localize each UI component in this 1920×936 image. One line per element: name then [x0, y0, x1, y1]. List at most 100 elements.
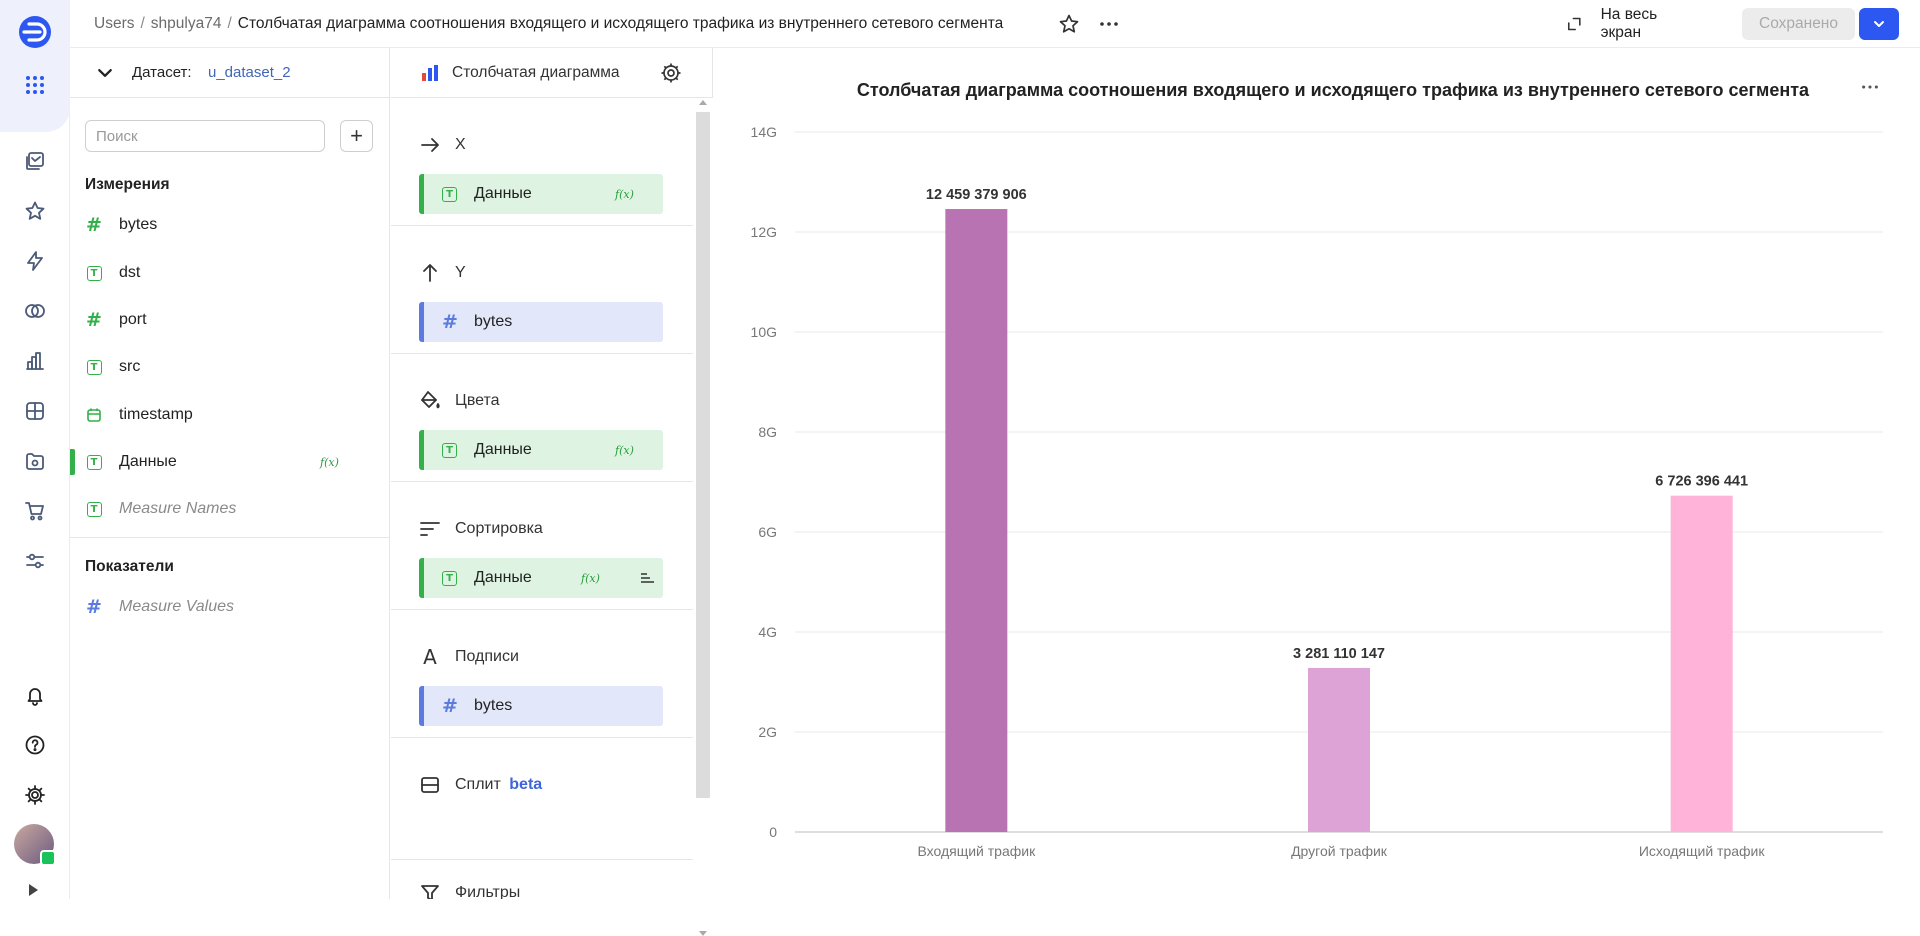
dataset-label: Датасет: — [132, 64, 192, 81]
scroll-up-arrow[interactable] — [699, 100, 707, 105]
sort-section-title: Сортировка — [455, 520, 543, 537]
user-avatar[interactable] — [14, 824, 56, 866]
more-actions-button[interactable] — [1095, 10, 1123, 38]
breadcrumb-user-link[interactable]: shpulya74 — [151, 15, 222, 33]
y-tick-label: 14G — [751, 124, 777, 140]
breadcrumb: Users / shpulya74 / Столбчатая диаграмма… — [94, 0, 1003, 48]
chip-label: Данные — [474, 441, 532, 458]
gear-icon — [661, 63, 681, 83]
scroll-down-arrow[interactable] — [699, 931, 707, 936]
split-section-title: Сплит beta — [455, 776, 542, 794]
bar — [1308, 667, 1370, 832]
field-search-input[interactable] — [85, 120, 325, 152]
chart-name: Столбчатая диаграмма соотношения входяще… — [237, 15, 1004, 32]
selection-marker — [70, 449, 75, 475]
scrollbar-thumb[interactable] — [696, 112, 710, 798]
expand-rail-icon[interactable] — [29, 884, 38, 896]
help-icon[interactable] — [20, 730, 50, 760]
save-options-button[interactable] — [1859, 8, 1899, 40]
text-type-icon: T — [85, 453, 103, 471]
x-axis-section: X T Данные f(x) — [391, 98, 693, 226]
split-section: Сплит beta — [391, 738, 693, 860]
y-tick-label: 2G — [758, 724, 777, 740]
formula-icon: f(x) — [320, 455, 339, 469]
split-label: Сплит — [455, 776, 501, 793]
field-name: bytes — [119, 216, 158, 233]
x-section-title: X — [455, 136, 466, 153]
connections-bolt-icon[interactable] — [20, 246, 50, 276]
datasets-icon[interactable] — [20, 296, 50, 326]
text-type-icon: T — [85, 500, 103, 518]
dimension-item[interactable]: # port — [70, 300, 389, 340]
favorite-star-button[interactable] — [1055, 10, 1083, 38]
favorites-star-icon[interactable] — [20, 196, 50, 226]
wizard-scrollbar[interactable] — [693, 98, 713, 936]
text-type-icon: T — [85, 264, 103, 282]
dataset-selector[interactable]: Датасет: u_dataset_2 — [70, 48, 390, 98]
dataset-name[interactable]: u_dataset_2 — [208, 64, 291, 81]
y-tick-label: 6G — [758, 524, 777, 540]
measure-item[interactable]: # Measure Values — [70, 587, 389, 627]
chevron-down-icon[interactable] — [97, 65, 113, 81]
beta-badge: beta — [509, 776, 543, 793]
chart-settings-button[interactable] — [659, 61, 683, 85]
x-tick-label: Другой трафик — [1291, 843, 1388, 859]
dimension-item[interactable]: T Measure Names — [70, 489, 389, 529]
arrow-up-icon — [419, 262, 441, 284]
marketplace-cart-icon[interactable] — [20, 496, 50, 526]
reports-folder-icon[interactable] — [20, 446, 50, 476]
dataset-panel: Датасет: u_dataset_2 + Измерения # bytes… — [70, 48, 390, 899]
field-name: Measure Values — [119, 598, 235, 615]
fullscreen-icon — [1567, 17, 1581, 31]
x-field-chip[interactable]: T Данные f(x) — [419, 174, 663, 214]
avatar-status-badge — [40, 850, 56, 866]
breadcrumb-separator: / — [227, 15, 232, 32]
breadcrumb-separator: / — [140, 15, 145, 32]
dashboards-icon[interactable] — [20, 396, 50, 426]
dimension-item[interactable]: T dst — [70, 253, 389, 293]
settings-sliders-icon[interactable] — [20, 546, 50, 576]
sort-direction-icon[interactable] — [639, 570, 655, 586]
colors-field-chip[interactable]: T Данные f(x) — [419, 430, 663, 470]
filters-section-title: Фильтры — [455, 884, 521, 899]
bar-value-label: 6 726 396 441 — [1655, 474, 1748, 490]
text-type-icon: T — [442, 186, 457, 202]
bar-chart: 0 2G 4G 6G 8G 10G 12G 14G 12 459 379 906 Входящий… — [751, 124, 1883, 859]
plus-icon: + — [350, 123, 363, 148]
chart-type-selector[interactable]: Столбчатая диаграмма — [391, 48, 713, 98]
charts-icon[interactable] — [20, 346, 50, 376]
saved-button[interactable]: Сохранено — [1742, 8, 1855, 40]
field-name: port — [119, 311, 147, 328]
dimension-item[interactable]: T src — [70, 347, 389, 387]
y-axis-section: Y # bytes — [391, 226, 693, 354]
y-tick-label: 4G — [758, 624, 777, 640]
y-field-chip[interactable]: # bytes — [419, 302, 663, 342]
add-field-button[interactable]: + — [340, 120, 373, 152]
collections-icon[interactable] — [20, 146, 50, 176]
number-type-icon: # — [86, 309, 102, 331]
datalens-logo-icon[interactable] — [18, 15, 52, 49]
number-type-icon: # — [442, 311, 458, 333]
star-icon — [1059, 14, 1079, 33]
dimension-item[interactable]: timestamp — [70, 395, 389, 435]
dimension-item[interactable]: # bytes — [70, 205, 389, 245]
settings-gear-icon[interactable] — [20, 780, 50, 810]
arrow-right-icon — [419, 134, 441, 156]
apps-grid-icon[interactable] — [20, 70, 50, 100]
paint-bucket-icon — [419, 390, 441, 412]
calendar-icon — [85, 406, 103, 424]
ellipsis-icon — [1100, 22, 1118, 26]
divider — [70, 537, 389, 538]
notifications-bell-icon[interactable] — [20, 680, 50, 710]
labels-section-title: Подписи — [455, 648, 519, 665]
chart-area: Столбчатая диаграмма соотношения входяще… — [713, 48, 1920, 899]
field-name: src — [119, 358, 141, 375]
split-icon — [419, 774, 441, 796]
field-name: Данные — [119, 453, 177, 470]
dimension-item-selected[interactable]: T Данные f(x) — [70, 442, 389, 482]
sort-field-chip[interactable]: T Данные f(x) — [419, 558, 663, 598]
labels-field-chip[interactable]: # bytes — [419, 686, 663, 726]
fullscreen-button[interactable]: На весь экран — [1566, 6, 1694, 41]
breadcrumb-users-link[interactable]: Users — [94, 15, 134, 33]
filters-section: Фильтры — [391, 860, 693, 899]
